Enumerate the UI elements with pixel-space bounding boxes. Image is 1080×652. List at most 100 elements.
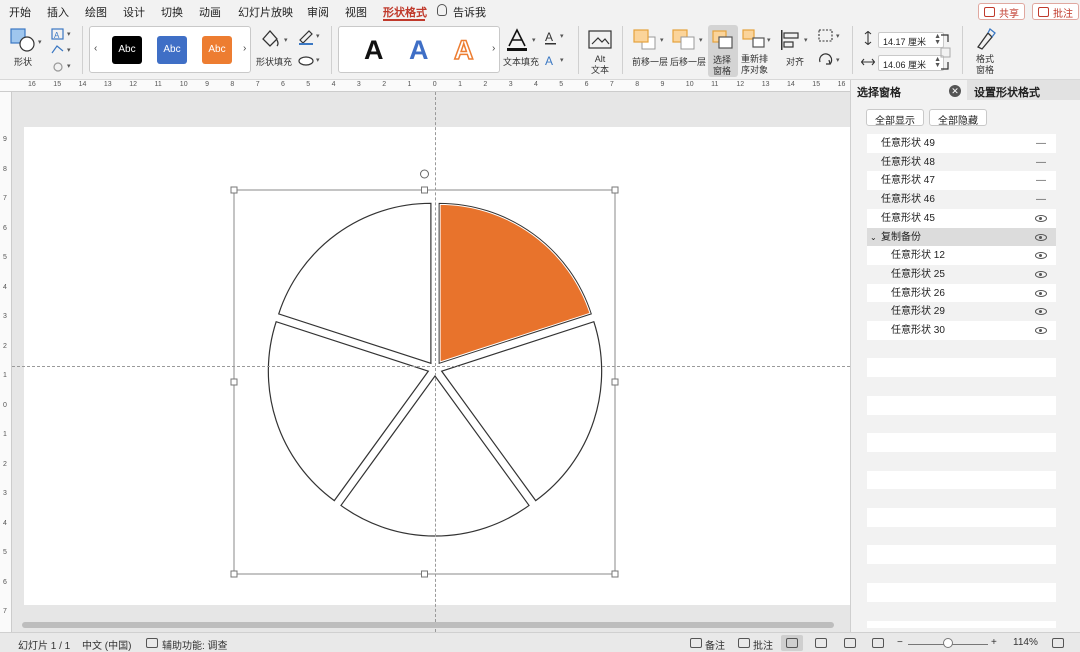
pie-shapes[interactable] xyxy=(12,92,850,632)
wordart-style-gallery[interactable]: A A A › xyxy=(338,26,500,73)
resize-handle[interactable] xyxy=(611,186,619,194)
style-swatch-black[interactable]: Abc xyxy=(112,36,142,64)
hidden-toggle[interactable]: — xyxy=(1036,171,1046,190)
language-indicator[interactable]: 中文 (中国) xyxy=(82,637,131,652)
eye-icon[interactable] xyxy=(1035,270,1047,278)
alt-text-icon[interactable] xyxy=(588,30,612,50)
share-button[interactable]: 共享 xyxy=(978,3,1025,20)
layer-row[interactable]: 任意形状 25 xyxy=(867,264,1056,284)
outline-effects-tools[interactable] xyxy=(297,28,317,72)
slide-sorter-icon[interactable] xyxy=(815,638,827,648)
wordart-blue[interactable]: A xyxy=(409,35,429,65)
comments-status-button[interactable]: 批注 xyxy=(753,637,773,652)
hidden-toggle[interactable]: — xyxy=(1036,190,1046,209)
reading-view-icon[interactable] xyxy=(844,638,856,648)
resize-handle[interactable] xyxy=(611,378,619,386)
menu-review[interactable]: 审阅 xyxy=(307,4,329,20)
insert-shape-icon[interactable] xyxy=(9,27,39,53)
chevron-right-icon[interactable]: › xyxy=(243,43,246,54)
send-backward-icon[interactable] xyxy=(671,28,699,52)
vertical-guide[interactable] xyxy=(435,92,436,632)
wordart-orange-outline[interactable]: A xyxy=(453,34,474,66)
fit-to-window-icon[interactable] xyxy=(1052,638,1064,648)
horizontal-scrollbar[interactable] xyxy=(22,622,834,628)
slideshow-icon[interactable] xyxy=(872,638,884,648)
menu-shape-format[interactable]: 形状格式 xyxy=(383,4,427,20)
shape-width-input[interactable]: 14.06 厘米 ▲ ▼ xyxy=(878,55,944,71)
bring-forward-icon[interactable] xyxy=(632,28,660,52)
wordart-black[interactable]: A xyxy=(364,35,384,65)
accessibility-status[interactable]: 辅助功能: 调查 xyxy=(162,637,228,652)
layer-row[interactable]: 任意形状 30 xyxy=(867,321,1056,340)
eye-icon[interactable] xyxy=(1035,308,1047,316)
layer-row[interactable]: 任意形状 45 xyxy=(867,208,1056,228)
resize-handle[interactable] xyxy=(611,570,619,578)
notes-button[interactable]: 备注 xyxy=(705,637,725,652)
eye-icon[interactable] xyxy=(1035,214,1047,222)
selection-pane-button[interactable]: 选择 窗格 xyxy=(708,25,738,77)
eye-icon[interactable] xyxy=(1035,252,1047,260)
zoom-level[interactable]: 114% xyxy=(1013,637,1038,648)
format-pane-icon[interactable] xyxy=(974,27,998,51)
zoom-slider-thumb[interactable] xyxy=(943,638,953,648)
zoom-out-button[interactable]: − xyxy=(897,637,903,648)
text-fill-icon[interactable] xyxy=(505,28,529,52)
menu-transitions[interactable]: 切换 xyxy=(161,4,183,20)
layer-row[interactable]: 任意形状 47 — xyxy=(867,171,1056,191)
close-icon[interactable]: ✕ xyxy=(949,85,961,97)
paint-bucket-icon[interactable] xyxy=(259,27,281,51)
resize-handle[interactable] xyxy=(230,186,238,194)
layer-row[interactable]: 任意形状 26 xyxy=(867,283,1056,303)
group-rotate-tools[interactable] xyxy=(817,28,835,72)
resize-handle[interactable] xyxy=(230,570,238,578)
zoom-in-button[interactable]: + xyxy=(991,637,997,648)
eye-icon[interactable] xyxy=(1035,289,1047,297)
tab-format-shape[interactable]: 设置形状格式 xyxy=(974,84,1040,100)
menu-slideshow[interactable]: 幻灯片放映 xyxy=(238,4,293,20)
show-all-button[interactable]: 全部显示 xyxy=(866,109,924,127)
menu-draw[interactable]: 绘图 xyxy=(85,4,107,20)
horizontal-guide[interactable] xyxy=(12,366,850,367)
resize-handle[interactable] xyxy=(421,186,428,194)
hidden-toggle[interactable]: — xyxy=(1036,153,1046,172)
format-pane-label[interactable]: 格式 窗格 xyxy=(976,54,994,76)
menu-view[interactable]: 视图 xyxy=(345,4,367,20)
layer-row[interactable]: 任意形状 29 xyxy=(867,302,1056,322)
layer-row[interactable]: 任意形状 48 — xyxy=(867,152,1056,172)
tell-me-label[interactable]: 告诉我 xyxy=(453,4,486,20)
hidden-toggle[interactable]: — xyxy=(1036,134,1046,153)
layer-row[interactable]: 任意形状 46 — xyxy=(867,190,1056,210)
text-outline-effects-tools[interactable]: A A xyxy=(543,28,559,72)
eye-icon[interactable] xyxy=(1035,233,1047,241)
reorder-objects-label: 重新排 序对象 xyxy=(741,54,769,75)
layer-row[interactable]: 任意形状 12 xyxy=(867,246,1056,266)
resize-handle[interactable] xyxy=(230,378,238,386)
menu-design[interactable]: 设计 xyxy=(123,4,145,20)
ruler-label: 5 xyxy=(559,81,564,88)
style-swatch-blue[interactable]: Abc xyxy=(157,36,187,64)
hide-all-button[interactable]: 全部隐藏 xyxy=(929,109,987,127)
comments-button[interactable]: 批注 xyxy=(1032,3,1079,20)
chevron-right-icon[interactable]: › xyxy=(492,43,495,54)
style-swatch-orange[interactable]: Abc xyxy=(202,36,232,64)
alt-text-label[interactable]: Alt 文本 xyxy=(591,54,609,76)
ruler-label: 16 xyxy=(28,81,36,88)
menu-animations[interactable]: 动画 xyxy=(199,4,221,20)
resize-handle[interactable] xyxy=(421,570,428,578)
chevron-down-icon[interactable]: ▾ xyxy=(38,38,42,46)
chevron-down-icon[interactable]: ⌄ xyxy=(870,228,877,247)
eye-icon[interactable] xyxy=(1035,327,1047,334)
menu-insert[interactable]: 插入 xyxy=(47,4,69,20)
tab-selection-pane[interactable]: 选择窗格 xyxy=(857,84,901,100)
slide-canvas[interactable] xyxy=(12,92,850,632)
align-icon[interactable] xyxy=(779,28,803,52)
shape-style-gallery[interactable]: ‹ Abc Abc Abc › xyxy=(89,26,251,73)
lock-aspect-ratio-icon[interactable] xyxy=(938,32,954,72)
layer-group-row[interactable]: ⌄ 复制备份 xyxy=(867,227,1056,247)
layer-row[interactable]: 任意形状 49 — xyxy=(867,134,1056,153)
shape-height-input[interactable]: 14.17 厘米 ▲ ▼ xyxy=(878,32,944,48)
menu-home[interactable]: 开始 xyxy=(9,4,31,20)
chevron-left-icon[interactable]: ‹ xyxy=(94,43,97,54)
reorder-objects-icon[interactable] xyxy=(741,28,769,52)
rotate-handle[interactable] xyxy=(420,169,429,179)
